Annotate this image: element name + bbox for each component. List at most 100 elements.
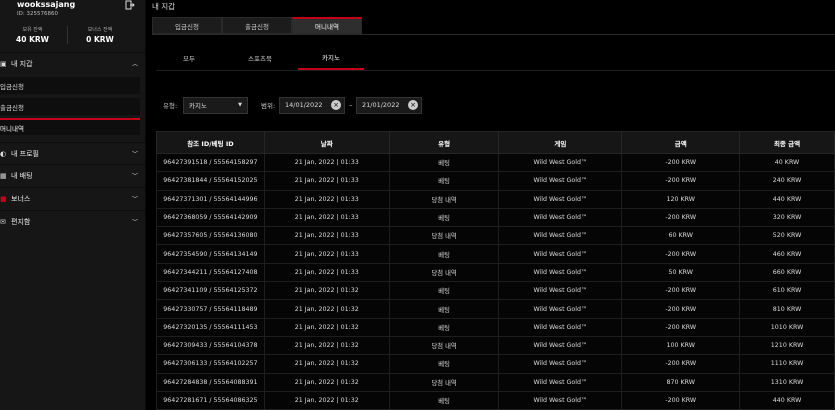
cell-date: 21 Jan, 2022 | 01:33: [263, 189, 390, 209]
table-row: 96427344211 / 55564127408 21 Jan, 2022 | …: [156, 262, 835, 283]
sidebar-item-profile[interactable]: ◐ 내 프로필 ﹀: [0, 142, 146, 164]
chevron-down-icon: ﹀: [131, 219, 138, 226]
tab-deposit[interactable]: 입금신청: [152, 17, 222, 34]
username: wookssajang: [17, 0, 76, 9]
sidebar: wookssajang ID: 325576860 보유 잔액 40 KRW 보…: [0, 0, 146, 410]
subtab-divider: [156, 70, 835, 71]
cell-ref-id: 96427368059 / 55564142909: [156, 207, 265, 228]
sidebar-item-profile-label: 내 프로필: [11, 149, 39, 158]
cell-final-amount: 810 KRW: [739, 299, 835, 319]
sidebar-item-messages[interactable]: ✉ 편지함 ﹀: [0, 210, 146, 232]
date-range-dash: –: [349, 101, 353, 109]
cell-ref-id: 96427281671 / 55564086325: [156, 390, 265, 410]
sidebar-item-bonus[interactable]: ■ 보너스 ﹀: [0, 187, 146, 209]
cell-ref-id: 96427371301 / 55564144996: [156, 189, 265, 209]
cell-final-amount: 1010 KRW: [739, 317, 835, 337]
cell-final-amount: 1310 KRW: [739, 372, 835, 392]
table-row: 96427391518 / 55564158297 21 Jan, 2022 | …: [156, 152, 835, 173]
cell-ref-id: 96427330757 / 55564118489: [156, 299, 265, 319]
history-subtabs: 모두 스포츠북 카지노: [156, 46, 364, 70]
wallet-icon: ▣: [0, 59, 7, 68]
sidebar-sub-deposit[interactable]: 입금신청: [0, 77, 140, 94]
cell-game: Wild West Gold™: [498, 317, 623, 337]
clear-date-to-icon[interactable]: ×: [408, 100, 418, 110]
cell-amount: 50 KRW: [621, 262, 741, 283]
tab-money-history[interactable]: 머니내역: [292, 17, 362, 34]
cell-game: Wild West Gold™: [498, 281, 623, 301]
gift-icon: ■: [0, 194, 7, 203]
cell-type: 베팅: [388, 317, 500, 337]
cell-amount: -200 KRW: [621, 281, 741, 301]
chevron-down-icon: ﹀: [131, 173, 138, 180]
col-ref-id: 참조 ID/베팅 ID: [156, 131, 265, 154]
cell-ref-id: 96427354590 / 55564134149: [156, 244, 265, 264]
cell-type: 당첨 내역: [388, 189, 500, 209]
table-row: 96427306133 / 55564102257 21 Jan, 2022 | …: [156, 354, 835, 374]
cell-amount: 120 KRW: [621, 189, 741, 209]
cell-date: 21 Jan, 2022 | 01:32: [263, 299, 390, 319]
cell-game: Wild West Gold™: [498, 372, 623, 392]
cell-type: 당첨 내역: [388, 372, 500, 392]
user-id: ID: 325576860: [17, 11, 58, 17]
cell-date: 21 Jan, 2022 | 01:32: [263, 372, 390, 392]
sidebar-item-wallet[interactable]: ▣ 내 지갑 ︿: [0, 52, 146, 74]
subtab-all[interactable]: 모두: [156, 46, 222, 70]
cell-date: 21 Jan, 2022 | 01:33: [263, 244, 390, 264]
app: wookssajang ID: 325576860 보유 잔액 40 KRW 보…: [0, 0, 835, 410]
type-filter: 유형:: [163, 96, 177, 114]
cell-date: 21 Jan, 2022 | 01:32: [263, 281, 390, 301]
cell-date: 21 Jan, 2022 | 01:33: [263, 171, 390, 191]
balance-main-label: 보유 잔액: [22, 27, 43, 33]
sidebar-sub-withdraw[interactable]: 출금신청: [0, 98, 140, 115]
sidebar-sub-money-history[interactable]: 머니내역: [0, 118, 140, 135]
sidebar-item-bets[interactable]: ▦ 내 배팅 ﹀: [0, 164, 146, 186]
subtab-casino[interactable]: 카지노: [298, 46, 364, 70]
mail-icon: ✉: [0, 217, 6, 226]
clear-date-from-icon[interactable]: ×: [331, 100, 341, 110]
table-row: 96427341109 / 55564125372 21 Jan, 2022 | …: [156, 281, 835, 301]
cell-date: 21 Jan, 2022 | 01:32: [263, 390, 390, 410]
cell-type: 베팅: [388, 299, 500, 319]
tab-withdraw[interactable]: 출금신청: [222, 17, 292, 34]
cell-final-amount: 660 KRW: [739, 262, 835, 283]
balance-bonus: 보너스 잔액 0 KRW: [67, 26, 132, 44]
cell-final-amount: 440 KRW: [739, 189, 835, 209]
page-title: 내 지갑: [152, 2, 176, 11]
cell-ref-id: 96427391518 / 55564158297: [156, 152, 265, 173]
balance-bonus-value: 0 KRW: [86, 35, 114, 44]
col-final-amount: 최종 금액: [739, 131, 835, 154]
cell-game: Wild West Gold™: [498, 354, 623, 374]
table-row: 96427330757 / 55564118489 21 Jan, 2022 | …: [156, 299, 835, 319]
type-label: 유형:: [163, 102, 178, 110]
cell-amount: -200 KRW: [621, 244, 741, 264]
cell-ref-id: 96427344211 / 55564127408: [156, 262, 265, 283]
cell-final-amount: 460 KRW: [739, 244, 835, 264]
cell-game: Wild West Gold™: [498, 390, 623, 410]
cell-final-amount: 1110 KRW: [739, 354, 835, 374]
date-to-wrap: 21/01/2022 ×: [356, 96, 422, 114]
cell-ref-id: 96427341109 / 55564125372: [156, 281, 265, 301]
cell-type: 당첨 내역: [388, 226, 500, 246]
tab-divider: [152, 34, 835, 35]
date-to-input[interactable]: 21/01/2022 ×: [356, 96, 422, 114]
cell-game: Wild West Gold™: [498, 189, 623, 209]
cell-game: Wild West Gold™: [498, 152, 623, 173]
table-row: 96427371301 / 55564144996 21 Jan, 2022 | …: [156, 189, 835, 209]
cell-ref-id: 96427309433 / 55564104378: [156, 335, 265, 356]
user-panel: wookssajang ID: 325576860 보유 잔액 40 KRW 보…: [0, 0, 145, 50]
chevron-down-icon: ﹀: [131, 151, 138, 158]
main-content: 내 지갑 입금신청 출금신청 머니내역 모두 스포츠북 카지노 유형: 카지노 …: [146, 0, 835, 410]
date-from-input[interactable]: 14/01/2022 ×: [279, 96, 345, 114]
table-row: 96427354590 / 55564134149 21 Jan, 2022 | …: [156, 244, 835, 264]
subtab-sportsbook[interactable]: 스포츠북: [222, 46, 298, 70]
cell-ref-id: 96427284838 / 55564088391: [156, 372, 265, 392]
type-select[interactable]: 카지노 ▼: [183, 96, 248, 114]
logout-icon[interactable]: [125, 0, 135, 10]
cell-ref-id: 96427381844 / 55564152025: [156, 171, 265, 191]
cell-type: 베팅: [388, 244, 500, 264]
cell-game: Wild West Gold™: [498, 335, 623, 356]
date-from-value: 14/01/2022: [285, 101, 323, 109]
col-amount: 금액: [621, 131, 741, 154]
cell-date: 21 Jan, 2022 | 01:32: [263, 354, 390, 374]
sidebar-item-bets-label: 내 배팅: [11, 171, 33, 180]
